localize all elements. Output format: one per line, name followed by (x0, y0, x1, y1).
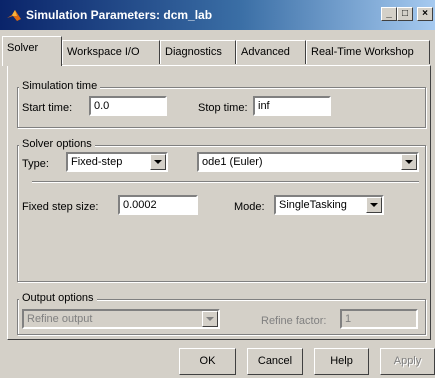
close-button[interactable]: × (417, 7, 433, 21)
start-time-input[interactable]: 0.0 (89, 96, 167, 116)
tab-workspace-io[interactable]: Workspace I/O (62, 40, 160, 64)
separator (32, 181, 419, 183)
simulation-time-title: Simulation time (19, 80, 101, 92)
apply-button[interactable]: Apply (380, 348, 435, 375)
chevron-down-icon[interactable] (202, 311, 218, 327)
refine-factor-input[interactable]: 1 (340, 309, 418, 329)
solver-method-value: ode1 (Euler) (202, 156, 263, 168)
fixed-step-size-label: Fixed step size: (22, 201, 99, 213)
tab-advanced[interactable]: Advanced (236, 40, 306, 64)
chevron-down-icon[interactable] (401, 154, 417, 170)
output-options-value: Refine output (27, 313, 93, 325)
maximize-button[interactable]: □ (397, 7, 413, 21)
chevron-down-icon[interactable] (150, 154, 166, 170)
fixed-step-size-input[interactable]: 0.0002 (118, 195, 198, 215)
window-title: Simulation Parameters: dcm_lab (26, 8, 213, 22)
title-bar[interactable]: Simulation Parameters: dcm_lab _ □ × (0, 0, 435, 30)
ok-button[interactable]: OK (179, 348, 236, 375)
stop-time-label: Stop time: (198, 102, 248, 114)
output-options-title: Output options (19, 292, 97, 304)
tasking-mode-value: SingleTasking (279, 199, 347, 211)
solver-method-dropdown[interactable]: ode1 (Euler) (197, 152, 419, 172)
cancel-button[interactable]: Cancel (247, 348, 303, 375)
solver-type-value: Fixed-step (71, 156, 123, 168)
minimize-button[interactable]: _ (381, 7, 397, 21)
output-options-dropdown[interactable]: Refine output (22, 309, 220, 329)
tab-diagnostics[interactable]: Diagnostics (160, 40, 236, 64)
matlab-logo-icon (7, 10, 21, 21)
stop-time-input[interactable]: inf (253, 96, 331, 116)
solver-type-dropdown[interactable]: Fixed-step (66, 152, 168, 172)
solver-options-title: Solver options (19, 138, 95, 150)
refine-factor-label: Refine factor: (261, 315, 327, 327)
chevron-down-icon[interactable] (366, 197, 382, 213)
tasking-mode-dropdown[interactable]: SingleTasking (274, 195, 384, 215)
solver-type-label: Type: (22, 158, 49, 170)
mode-label: Mode: (234, 201, 265, 213)
tab-bar: Solver Workspace I/O Diagnostics Advance… (0, 30, 435, 66)
tab-solver[interactable]: Solver (2, 36, 62, 66)
tab-real-time-workshop[interactable]: Real-Time Workshop (306, 40, 430, 64)
help-button[interactable]: Help (314, 348, 369, 375)
start-time-label: Start time: (22, 102, 73, 114)
